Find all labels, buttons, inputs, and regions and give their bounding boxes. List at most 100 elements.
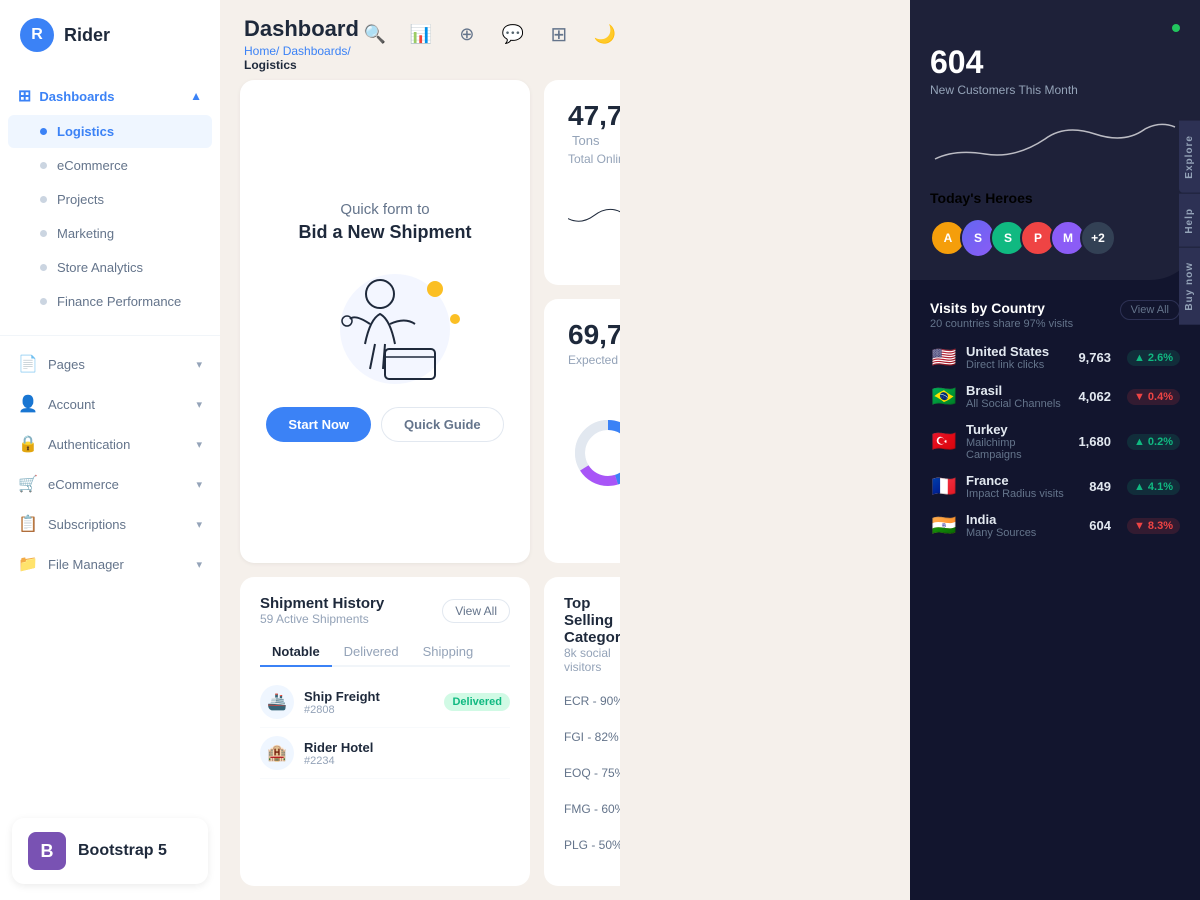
shipment-history-card: Shipment History 59 Active Shipments Vie… [240,577,530,886]
logo-icon: R [20,18,54,52]
flag-br: 🇧🇷 [930,384,958,409]
sidebar-item-file-manager[interactable]: 📁 File Manager ▾ [0,544,220,584]
sidebar-item-authentication[interactable]: 🔒 Authentication ▾ [0,424,220,464]
promo-subtitle: Bid a New Shipment [298,222,471,243]
search-button[interactable]: 🔍 [359,18,391,50]
country-name-us: United States [966,344,1070,359]
shipment-icon-1: 🚢 [260,685,294,719]
trend-us: ▲ 2.6% [1127,350,1180,366]
total-online-sales-card: 47,769,700 Tons Total Online Sales [544,80,620,285]
sidebar-item-ecommerce-main[interactable]: 🛒 eCommerce ▾ [0,464,220,504]
trend-in: ▼ 8.3% [1127,518,1180,534]
country-row-tr: 🇹🇷 Turkey Mailchimp Campaigns 1,680 ▲ 0.… [930,422,1180,461]
top-selling-card: Top Selling Categories 8k social visitor… [544,577,620,886]
country-info-us: United States Direct link clicks [966,344,1070,371]
sales-unit: Tons [572,133,599,148]
promo-illustration [315,259,455,379]
sidebar-logo[interactable]: R Rider [0,0,220,70]
sidebar-item-account[interactable]: 👤 Account ▾ [0,384,220,424]
start-now-button[interactable]: Start Now [266,407,371,442]
sidebar-item-pages[interactable]: 📄 Pages ▾ [0,344,220,384]
theme-button[interactable]: 🌙 [589,18,620,50]
top-grid: Quick form to Bid a New Shipment [220,80,620,577]
visits-header: Visits by Country 20 countries share 97%… [930,300,1180,330]
content-area: Dashboard Home/ Dashboards/ Logistics 🔍 … [220,0,620,900]
page-title-area: Dashboard Home/ Dashboards/ Logistics [244,16,359,72]
earnings-number: 69,700 [568,319,620,350]
country-name-br: Brasil [966,383,1070,398]
hero-avatar-more: +2 [1080,220,1116,256]
sidebar-item-projects[interactable]: Projects [8,183,212,216]
shipment-name-1: Ship Freight [304,689,434,704]
customers-sparkline [930,109,1180,174]
promo-title: Quick form to [340,201,429,218]
country-row-in: 🇮🇳 India Many Sources 604 ▼ 8.3% [930,512,1180,539]
shipment-header: Shipment History 59 Active Shipments Vie… [260,595,510,626]
shipment-title: Shipment History [260,595,384,612]
dashboards-group[interactable]: ⊞ Dashboards ▲ [0,78,220,114]
shipment-row-2: 🏨 Rider Hotel #2234 [260,728,510,779]
breadcrumb: Home/ Dashboards/ Logistics [244,44,359,72]
visits-section: Visits by Country 20 countries share 97%… [910,280,1200,900]
promo-buttons: Start Now Quick Guide [266,407,503,442]
visits-fr: 849 [1089,479,1111,494]
buy-now-tab[interactable]: Buy now [1179,247,1200,325]
heroes-section: Today's Heroes A S S P M +2 [930,190,1180,256]
dark-hero-section: 604 New Customers This Month Today's Her… [910,0,1200,280]
shipment-id-2: #2234 [304,755,510,767]
sidebar-item-ecommerce[interactable]: eCommerce [8,149,212,182]
sidebar-item-marketing[interactable]: Marketing [8,217,212,250]
dashboards-section: ⊞ Dashboards ▲ Logistics eCommerce Proje… [0,70,220,327]
sidebar-item-logistics[interactable]: Logistics [8,115,212,148]
bar-row-plg: PLG - 50% 7,000 [564,832,620,858]
new-customers-section: 604 New Customers This Month [930,36,1180,190]
logo-name: Rider [64,25,110,46]
flag-us: 🇺🇸 [930,345,958,370]
shipment-row-1: 🚢 Ship Freight #2808 Delivered [260,677,510,728]
shipment-view-all[interactable]: View All [442,599,510,623]
bootstrap-label: Bootstrap 5 [78,842,167,860]
top-header: Dashboard Home/ Dashboards/ Logistics 🔍 … [220,0,620,80]
shipment-info-2: Rider Hotel #2234 [304,740,510,767]
bar-row-fmg: FMG - 60% 8,000 [564,796,620,822]
shipment-icon-2: 🏨 [260,736,294,770]
messages-button[interactable]: 💬 [497,18,529,50]
chart-button[interactable]: 📊 [405,18,437,50]
sidebar-item-subscriptions[interactable]: 📋 Subscriptions ▾ [0,504,220,544]
explore-tab[interactable]: Explore [1179,120,1200,193]
bar-row-eoq: EOQ - 75% 10,000 [564,760,620,786]
country-info-tr: Turkey Mailchimp Campaigns [966,422,1070,461]
bootstrap-icon: B [28,832,66,870]
country-sub-us: Direct link clicks [966,359,1070,371]
apps-button[interactable]: ⊞ [543,18,575,50]
visits-br: 4,062 [1078,389,1111,404]
new-customers-label: New Customers This Month [930,83,1180,97]
side-tabs: Explore Help Buy now [1179,120,1200,325]
dark-header-row [930,16,1180,36]
country-row-fr: 🇫🇷 France Impact Radius visits 849 ▲ 4.1… [930,473,1180,500]
trend-tr: ▲ 0.2% [1127,434,1180,450]
country-sub-in: Many Sources [966,527,1081,539]
online-dot [1172,24,1180,32]
tab-delivered[interactable]: Delivered [332,638,411,665]
country-name-fr: France [966,473,1081,488]
sidebar-item-finance[interactable]: Finance Performance [8,285,212,318]
bootstrap-promo-card: B Bootstrap 5 [12,818,208,884]
sidebar: R Rider ⊞ Dashboards ▲ Logistics eCommer… [0,0,220,900]
tab-notable[interactable]: Notable [260,638,332,667]
selling-title: Top Selling Categories [564,595,620,646]
quick-guide-button[interactable]: Quick Guide [381,407,504,442]
dark-panel: 604 New Customers This Month Today's Her… [910,0,1200,900]
help-tab[interactable]: Help [1179,193,1200,248]
visits-us: 9,763 [1078,350,1111,365]
visits-view-all[interactable]: View All [1120,300,1180,320]
tab-shipping[interactable]: Shipping [411,638,486,665]
country-info-fr: France Impact Radius visits [966,473,1081,500]
sidebar-item-store-analytics[interactable]: Store Analytics [8,251,212,284]
earnings-label: Expected Earnings This Month [568,353,620,367]
earnings-card: 69,700 Expected Earnings This Month [544,299,620,563]
flag-in: 🇮🇳 [930,513,958,538]
grid-button[interactable]: ⊕ [451,18,483,50]
shipment-subtitle: 59 Active Shipments [260,612,384,626]
bottom-grid: Shipment History 59 Active Shipments Vie… [220,577,620,900]
